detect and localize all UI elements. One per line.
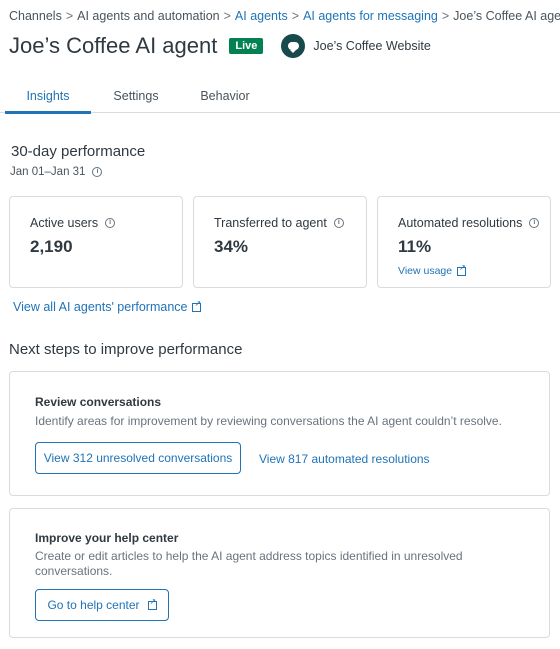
breadcrumb-separator: > [291, 9, 300, 23]
step-title: Improve your help center [35, 531, 179, 545]
view-all-performance-label: View all AI agents' performance [13, 300, 188, 314]
breadcrumb-ai-agents[interactable]: AI agents [235, 9, 288, 23]
metric-label-text: Transferred to agent [214, 216, 327, 230]
chat-bubble-icon [281, 34, 306, 58]
info-icon[interactable]: i [333, 218, 344, 228]
info-icon[interactable]: i [92, 167, 103, 177]
tab-settings[interactable]: Settings [104, 89, 168, 111]
metric-card-transferred: Transferred to agent i 34% [193, 196, 367, 288]
metric-label: Transferred to agent i [214, 216, 344, 230]
breadcrumb-current: Joe’s Coffee AI agent [453, 9, 560, 23]
metric-label-text: Automated resolutions [398, 216, 523, 230]
page-header: Joe’s Coffee AI agent Live Joe’s Coffee … [9, 33, 431, 59]
metric-card-active-users: Active users i 2,190 [9, 196, 183, 288]
breadcrumb-separator: > [223, 9, 231, 23]
metric-value: 2,190 [30, 237, 73, 256]
external-link-icon [147, 597, 157, 610]
go-to-help-center-label: Go to help center [47, 598, 140, 612]
view-automated-resolutions-link[interactable]: View 817 automated resolutions [259, 452, 430, 466]
tab-behavior[interactable]: Behavior [192, 89, 258, 111]
channel-name: Joe’s Coffee Website [313, 39, 431, 53]
channel-info[interactable]: Joe’s Coffee Website [281, 34, 431, 58]
metric-label: Automated resolutions i [398, 216, 540, 230]
breadcrumb-ai-agents-messaging[interactable]: AI agents for messaging [303, 9, 438, 23]
breadcrumb: Channels > AI agents and automation > AI age… [9, 9, 560, 23]
performance-title: 30-day performance [11, 143, 146, 160]
metric-label-text: Active users [30, 216, 99, 230]
breadcrumb-ai-agents-automation[interactable]: AI agents and automation [77, 9, 219, 23]
metric-value: 11% [398, 237, 432, 256]
status-badge: Live [229, 38, 264, 54]
performance-date-range: Jan 01–Jan 31 i [10, 166, 103, 178]
step-description: Identify areas for improvement by review… [35, 414, 502, 428]
metric-card-automated-resolutions: Automated resolutions i 11% View usage [377, 196, 551, 288]
external-link-icon [457, 263, 467, 276]
breadcrumb-channels[interactable]: Channels [9, 9, 62, 23]
tab-bar: Insights Settings Behavior [0, 83, 560, 114]
metric-value: 34% [214, 237, 249, 256]
go-to-help-center-button[interactable]: Go to help center [35, 589, 169, 621]
improve-help-center-card: Improve your help center Create or edit … [9, 508, 550, 638]
review-conversations-card: Review conversations Identify areas for … [9, 371, 550, 496]
view-all-performance-link[interactable]: View all AI agents' performance [13, 299, 202, 314]
view-usage-label: View usage [398, 265, 453, 277]
info-icon[interactable]: i [105, 218, 116, 228]
next-steps-title: Next steps to improve performance [9, 341, 243, 358]
view-usage-link[interactable]: View usage [398, 263, 467, 277]
external-link-icon [192, 299, 202, 312]
info-icon[interactable]: i [529, 218, 540, 228]
breadcrumb-separator: > [441, 9, 450, 23]
view-unresolved-button[interactable]: View 312 unresolved conversations [35, 442, 241, 474]
step-title: Review conversations [35, 395, 162, 409]
date-range-text: Jan 01–Jan 31 [10, 166, 86, 178]
step-description: Create or edit articles to help the AI a… [35, 549, 463, 578]
metric-label: Active users i [30, 216, 116, 230]
breadcrumb-separator: > [65, 9, 74, 23]
tab-insights[interactable]: Insights [5, 89, 91, 114]
page-title: Joe’s Coffee AI agent [9, 33, 218, 58]
